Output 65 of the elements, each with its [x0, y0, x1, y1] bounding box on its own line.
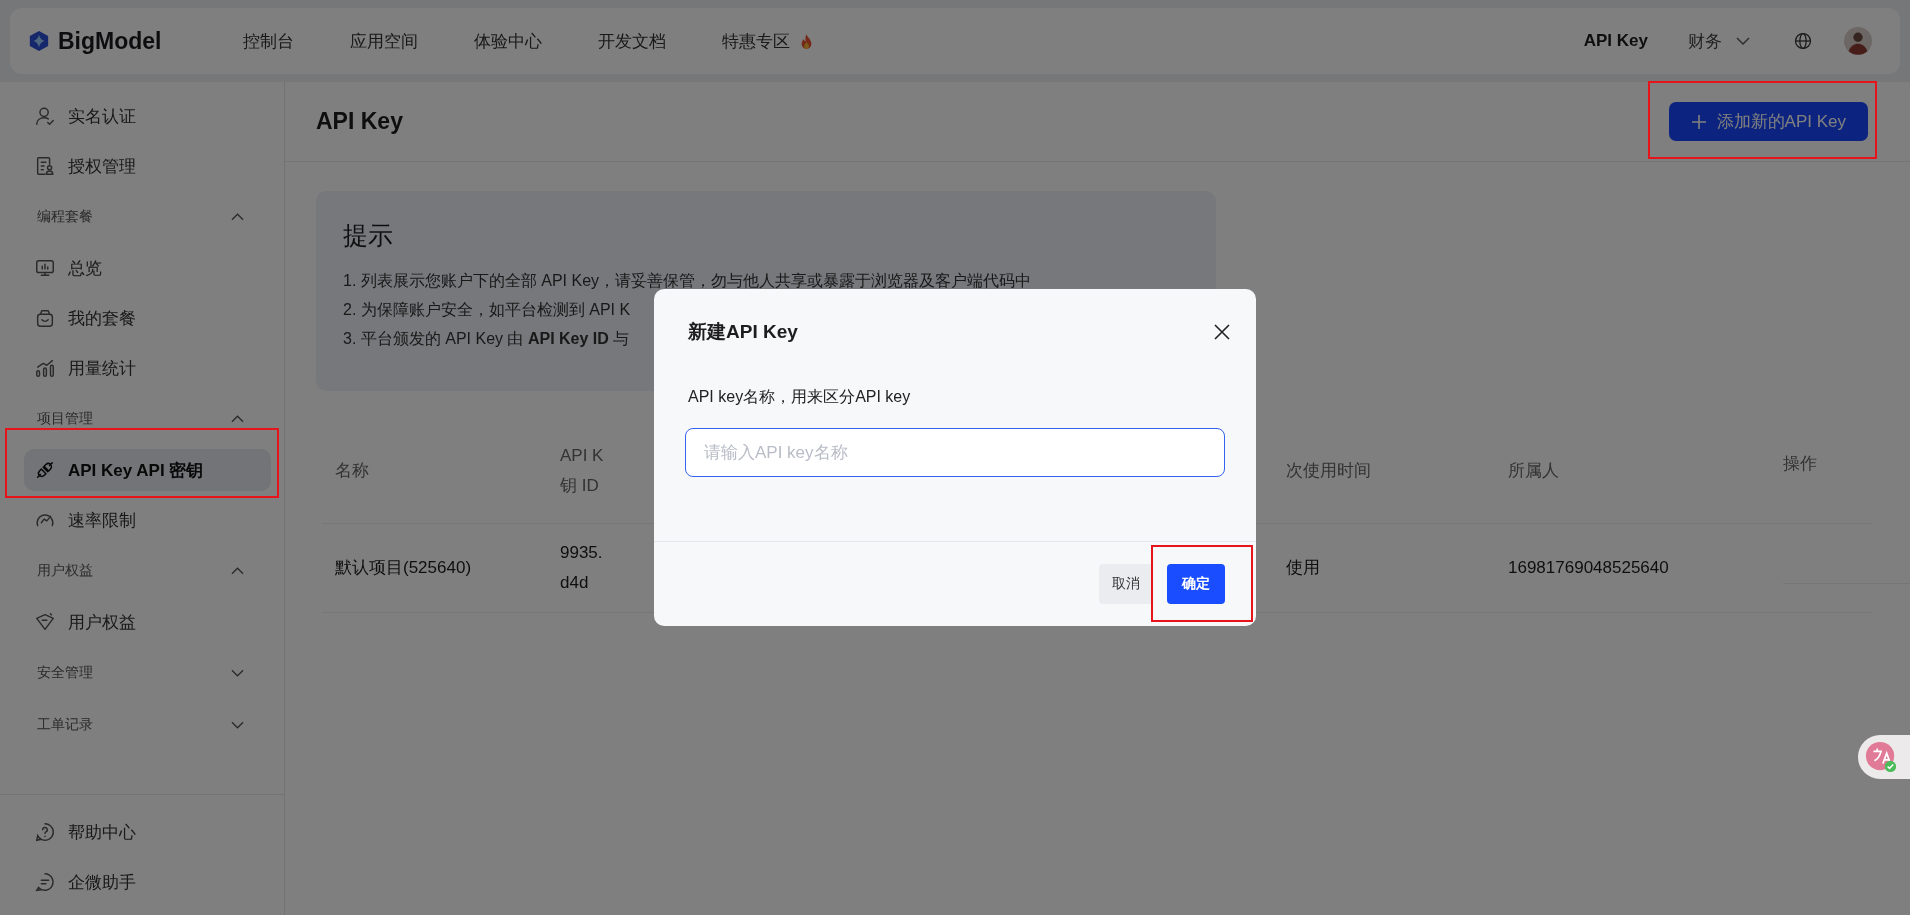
table-cell-text: 默认项目(525640) — [335, 557, 472, 579]
flame-icon — [800, 32, 813, 50]
plug-icon — [34, 459, 56, 481]
sidebar-item[interactable]: 企微助手 — [24, 857, 271, 907]
name-input-field[interactable]: 请输入API key名称 — [685, 428, 1225, 477]
chevron-up-icon — [231, 415, 244, 423]
sidebar-item[interactable]: 我的套餐 — [24, 293, 271, 343]
chevron-down-icon — [231, 721, 244, 729]
tip-text: 2. 为保障账户安全，如平台检测到 API K — [343, 300, 631, 320]
sidebar-item[interactable]: 总览 — [24, 243, 271, 293]
translate-button[interactable] — [1858, 735, 1910, 779]
cancel-button[interactable]: 取消 — [1099, 564, 1153, 604]
table-cell-text: 16981769048525640 — [1508, 557, 1669, 579]
chevron-down-icon — [231, 669, 244, 677]
column-header: 所属人 — [1508, 460, 1559, 482]
column-header: 次使用时间 — [1286, 460, 1371, 482]
nav-link[interactable]: 应用空间 — [350, 29, 418, 53]
plus-icon — [1690, 113, 1707, 130]
column-header: API K 钥 ID — [560, 445, 604, 497]
close-icon[interactable] — [1214, 324, 1230, 340]
help-icon — [34, 821, 56, 843]
confirm-button[interactable]: 确定 — [1167, 564, 1225, 604]
nav-link[interactable]: 特惠专区 — [722, 29, 813, 53]
sidebar-group[interactable]: 项目管理 — [0, 393, 284, 445]
table-cell-text: 使用 — [1286, 557, 1320, 579]
tip-title: 提示 — [343, 220, 394, 251]
chat-icon — [34, 871, 56, 893]
sidebar-item[interactable]: 速率限制 — [24, 495, 271, 545]
sidebar-group[interactable]: 工单记录 — [0, 699, 284, 751]
page-title: API Key — [316, 108, 403, 135]
table-cell-text: 9935. d4d — [560, 542, 603, 594]
tip-text: 3. 平台颁发的 API Key 由 API Key ID 与 — [343, 329, 630, 349]
tip-text: 1. 列表展示您账户下的全部 API Key，请妥善保管，勿与他人共享或暴露于浏览器及客户端代码中 — [343, 271, 1032, 291]
sidebar-item[interactable]: API Key API 密钥 — [24, 449, 271, 491]
dialog-title: 新建API Key — [688, 320, 798, 344]
nav-link[interactable]: 体验中心 — [474, 29, 542, 53]
shield-icon — [34, 611, 56, 633]
sidebar-item[interactable]: 实名认证 — [24, 91, 271, 141]
sidebar-group[interactable]: 编程套餐 — [0, 191, 284, 243]
finance-menu[interactable]: 财务 — [1688, 29, 1750, 53]
sidebar-item[interactable]: 用量统计 — [24, 343, 271, 393]
monitor-icon — [34, 257, 56, 279]
sidebar-group[interactable]: 用户权益 — [0, 545, 284, 597]
column-header: 名称 — [335, 460, 369, 482]
sidebar-item[interactable]: 用户权益 — [24, 597, 271, 647]
api-key-link[interactable]: API Key — [1583, 31, 1648, 51]
field-label: API key名称，用来区分API key — [688, 387, 912, 407]
nav-link[interactable]: 开发文档 — [598, 29, 666, 53]
bag-icon — [34, 307, 56, 329]
logo-text[interactable]: BigModel — [58, 27, 162, 55]
bar-chart-icon — [34, 357, 56, 379]
globe-icon[interactable] — [1794, 32, 1812, 50]
chevron-down-icon — [1736, 37, 1750, 45]
chevron-up-icon — [231, 567, 244, 575]
chevron-up-icon — [231, 213, 244, 221]
sidebar-item[interactable]: 帮助中心 — [24, 807, 271, 857]
nav-link[interactable]: 控制台 — [243, 29, 294, 53]
person-icon — [34, 105, 56, 127]
column-header: 操作 — [1783, 453, 1817, 475]
document-icon — [34, 155, 56, 177]
add-api-key-button[interactable]: 添加新的API Key — [1668, 102, 1868, 141]
sidebar-group[interactable]: 安全管理 — [0, 647, 284, 699]
logo-icon — [28, 29, 50, 53]
sidebar-item[interactable]: 授权管理 — [24, 141, 271, 191]
avatar[interactable] — [1844, 27, 1872, 55]
